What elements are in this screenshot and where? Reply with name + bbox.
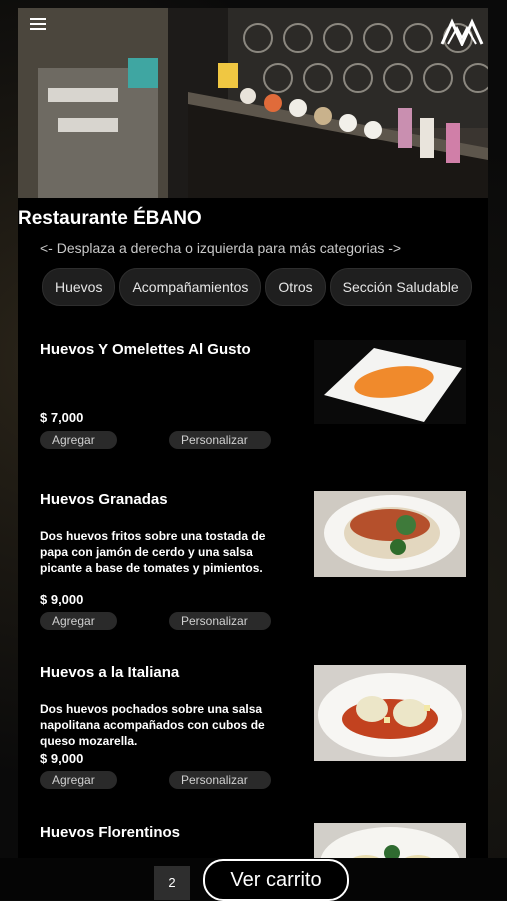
item-description: Dos huevos fritos sobre una tostada de p…	[40, 529, 266, 575]
menu-item: Huevos Granadas Dos huevos fritos sobre …	[18, 476, 488, 641]
add-button[interactable]: Agregar	[40, 612, 117, 630]
cart-count-badge: 2	[154, 866, 190, 900]
customize-button[interactable]: Personalizar	[169, 431, 271, 449]
restaurant-title: Restaurante ÉBANO	[18, 208, 202, 229]
customize-button[interactable]: Personalizar	[169, 612, 271, 630]
category-tab-seccion-saludable[interactable]: Sección Saludable	[329, 268, 472, 306]
item-name: Huevos Granadas	[40, 491, 168, 508]
buffet-photo	[18, 8, 488, 198]
hamburger-menu-icon[interactable]	[30, 18, 46, 32]
add-button[interactable]: Agregar	[40, 431, 117, 449]
scroll-hint: <- Desplaza a derecha o izquierda para m…	[40, 240, 402, 256]
customize-button[interactable]: Personalizar	[169, 771, 271, 789]
hero-banner-photo	[18, 8, 488, 198]
item-name: Huevos Y Omelettes Al Gusto	[40, 341, 251, 358]
app-screen: Restaurante ÉBANO <- Desplaza a derecha …	[18, 8, 488, 900]
view-cart-button[interactable]: Ver carrito	[203, 859, 349, 901]
item-photo	[314, 491, 466, 577]
menu-item: Huevos a la Italiana Dos huevos pochados…	[18, 651, 488, 796]
item-photo	[314, 665, 466, 761]
category-tab-otros[interactable]: Otros	[265, 268, 326, 306]
category-tabs: Huevos Acompañamientos Otros Sección Saluda…	[42, 268, 484, 306]
item-description: Dos huevos pochados sobre una salsa napo…	[40, 702, 265, 748]
item-name: Huevos a la Italiana	[40, 664, 180, 681]
category-tab-huevos[interactable]: Huevos	[42, 268, 116, 306]
item-price: $ 7,000	[40, 410, 84, 425]
brand-logo-icon	[440, 18, 484, 46]
menu-item: Huevos Y Omelettes Al Gusto $ 7,000 Agre…	[18, 326, 488, 466]
item-price: $ 9,000	[40, 592, 84, 607]
item-name: Huevos Florentinos	[40, 824, 181, 841]
add-button[interactable]: Agregar	[40, 771, 117, 789]
category-tab-acompanamientos[interactable]: Acompañamientos	[119, 268, 262, 306]
item-photo	[314, 340, 466, 424]
item-price: $ 9,000	[40, 751, 84, 766]
